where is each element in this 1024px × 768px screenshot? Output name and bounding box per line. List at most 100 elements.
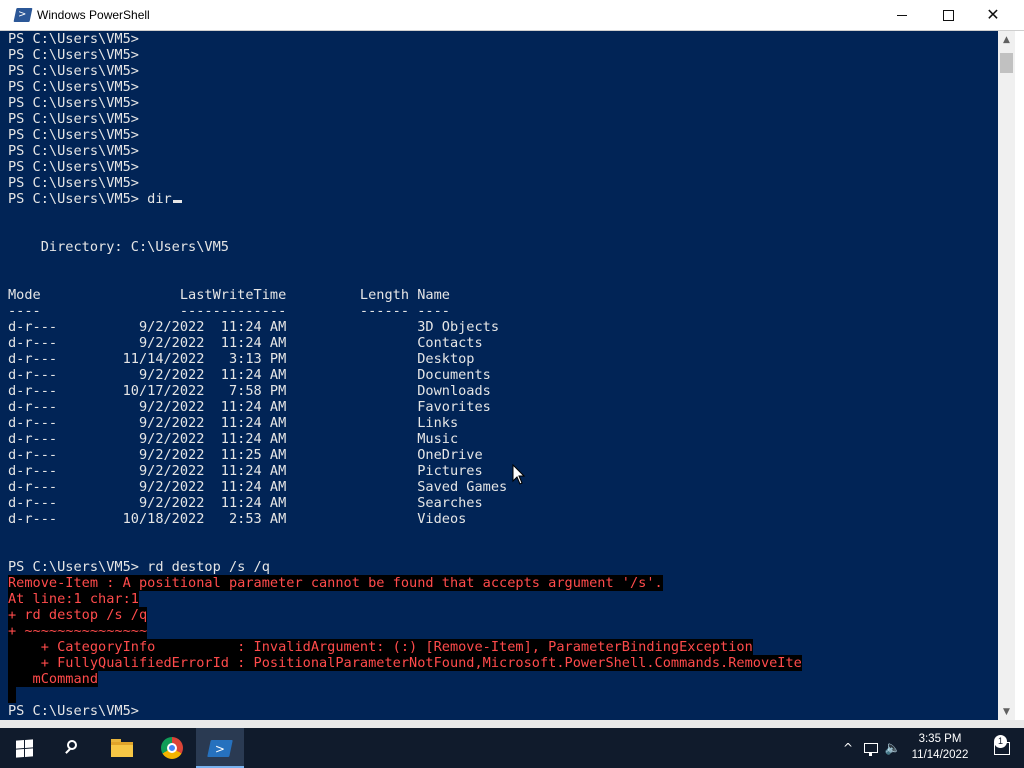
minimize-icon [897,14,907,16]
console-line-text: Directory: C:\Users\VM5 [8,239,229,255]
console-line-text: d-r--- 9/2/2022 11:24 AM 3D Objects [8,319,500,335]
console-line: PS C:\Users\VM5> [8,143,802,159]
console-line-text: d-r--- 9/2/2022 11:24 AM Music [8,431,459,447]
console-line: d-r--- 9/2/2022 11:24 AM Documents [8,367,802,383]
console-line-text: PS C:\Users\VM5> [8,175,139,191]
file-explorer-button[interactable] [98,728,146,768]
console-line-text: PS C:\Users\VM5> [8,159,139,175]
console-line: d-r--- 10/17/2022 7:58 PM Downloads [8,383,802,399]
console-line-text: Mode LastWriteTime Length Name [8,287,450,303]
console-line-text: d-r--- 9/2/2022 11:24 AM Saved Games [8,479,508,495]
console-line: PS C:\Users\VM5> [8,95,802,111]
taskbar-clock[interactable]: 3:35 PM 11/14/2022 [908,731,972,763]
network-icon [864,743,878,756]
console-line: Mode LastWriteTime Length Name [8,287,802,303]
file-explorer-icon [111,739,133,757]
console-line-text: d-r--- 9/2/2022 11:25 AM OneDrive [8,447,483,463]
scroll-thumb[interactable] [1000,53,1013,73]
console-line: d-r--- 9/2/2022 11:24 AM Saved Games [8,479,802,495]
maximize-icon [942,9,954,21]
mouse-pointer-icon [512,464,526,485]
console-line-text: mCommand [8,671,99,687]
error-line [8,687,802,703]
console-line: PS C:\Users\VM5> [8,175,802,191]
console-line: d-r--- 10/18/2022 2:53 AM Videos [8,511,802,527]
console-line: PS C:\Users\VM5> [8,31,802,47]
console-line-text: PS C:\Users\VM5> [8,143,139,159]
clock-date: 11/14/2022 [911,749,969,761]
console-line: PS C:\Users\VM5> [8,47,802,63]
console-line-text: d-r--- 9/2/2022 11:24 AM Contacts [8,335,483,351]
console-line-text: + FullyQualifiedErrorId : PositionalPara… [8,655,802,671]
chevron-up-icon: ^ [842,741,854,755]
console-line-text: PS C:\Users\VM5> [8,95,139,111]
console-line: PS C:\Users\VM5> dir [8,191,802,207]
console-line-text: d-r--- 9/2/2022 11:24 AM Links [8,415,459,431]
volume-icon: 🔈 [884,740,902,756]
start-button[interactable] [0,728,48,768]
search-button[interactable] [48,728,96,768]
desktop-strip [0,720,1024,728]
powershell-icon: > [207,739,233,757]
console-line: PS C:\Users\VM5> [8,111,802,127]
notification-count-badge: 1 [994,735,1007,748]
error-line: + CategoryInfo : InvalidArgument: (:) [R… [8,639,802,655]
console-line-text: d-r--- 9/2/2022 11:24 AM Pictures [8,463,483,479]
console-line: d-r--- 11/14/2022 3:13 PM Desktop [8,351,802,367]
title-bar: > Windows PowerShell ✕ [0,0,1024,31]
console-lines: PS C:\Users\VM5> PS C:\Users\VM5> PS C:\Us… [8,31,802,719]
vertical-scrollbar[interactable]: ▲ ▼ [998,31,1015,720]
console-line: PS C:\Users\VM5> rd destop /s /q [8,559,802,575]
console-line-text: d-r--- 9/2/2022 11:24 AM Searches [8,495,483,511]
console-line-text: ---- ------------- ------ ---- [8,303,450,319]
console-line-text: PS C:\Users\VM5> [8,703,139,719]
console-line-text: + rd destop /s /q [8,607,148,623]
console-line: PS C:\Users\VM5> [8,79,802,95]
console-output[interactable]: PS C:\Users\VM5> PS C:\Users\VM5> PS C:\Us… [0,31,998,720]
scroll-up-button[interactable]: ▲ [998,31,1015,48]
console-line: ---- ------------- ------ ---- [8,303,802,319]
console-line-text: Remove-Item : A positional parameter can… [8,575,663,591]
console-line-text: d-r--- 9/2/2022 11:24 AM Favorites [8,399,491,415]
console-line-text: PS C:\Users\VM5> [8,47,139,63]
console-line: d-r--- 9/2/2022 11:24 AM Favorites [8,399,802,415]
console-line-text: d-r--- 10/17/2022 7:58 PM Downloads [8,383,491,399]
console-line-text: PS C:\Users\VM5> [8,31,139,47]
console-line: Directory: C:\Users\VM5 [8,239,802,255]
start-icon [15,738,33,758]
chrome-button[interactable] [148,728,196,768]
console-line-text: + CategoryInfo : InvalidArgument: (:) [R… [8,639,753,655]
maximize-button[interactable] [925,0,971,30]
console-line-text: PS C:\Users\VM5> dir [8,191,172,207]
close-button[interactable]: ✕ [970,0,1016,30]
action-center-button[interactable]: 1 [980,728,1024,768]
console-line-text: + ~~~~~~~~~~~~~~~ [8,623,148,639]
text-cursor [172,200,182,203]
powershell-taskbar-button[interactable]: > [196,728,244,768]
minimize-button[interactable] [879,0,925,30]
console-line-text: PS C:\Users\VM5> [8,111,139,127]
error-line: mCommand [8,671,802,687]
console-line: PS C:\Users\VM5> [8,703,802,719]
console-line: d-r--- 9/2/2022 11:24 AM Music [8,431,802,447]
network-button[interactable] [860,728,882,768]
scroll-down-button[interactable]: ▼ [998,703,1015,720]
console-line: PS C:\Users\VM5> [8,63,802,79]
console-line: d-r--- 9/2/2022 11:24 AM Searches [8,495,802,511]
console-line-text: At line:1 char:1 [8,591,139,607]
console-line-text: PS C:\Users\VM5> [8,63,139,79]
error-line: + FullyQualifiedErrorId : PositionalPara… [8,655,802,671]
console-line: d-r--- 9/2/2022 11:24 AM Contacts [8,335,802,351]
search-icon [64,740,80,756]
error-line: Remove-Item : A positional parameter can… [8,575,802,591]
volume-button[interactable]: 🔈 [882,728,904,768]
console-line-text: PS C:\Users\VM5> rd destop /s /q [8,559,270,575]
console-line: d-r--- 9/2/2022 11:24 AM Pictures [8,463,802,479]
console-line: d-r--- 9/2/2022 11:25 AM OneDrive [8,447,802,463]
show-hidden-icons-button[interactable]: ^ [838,728,858,768]
